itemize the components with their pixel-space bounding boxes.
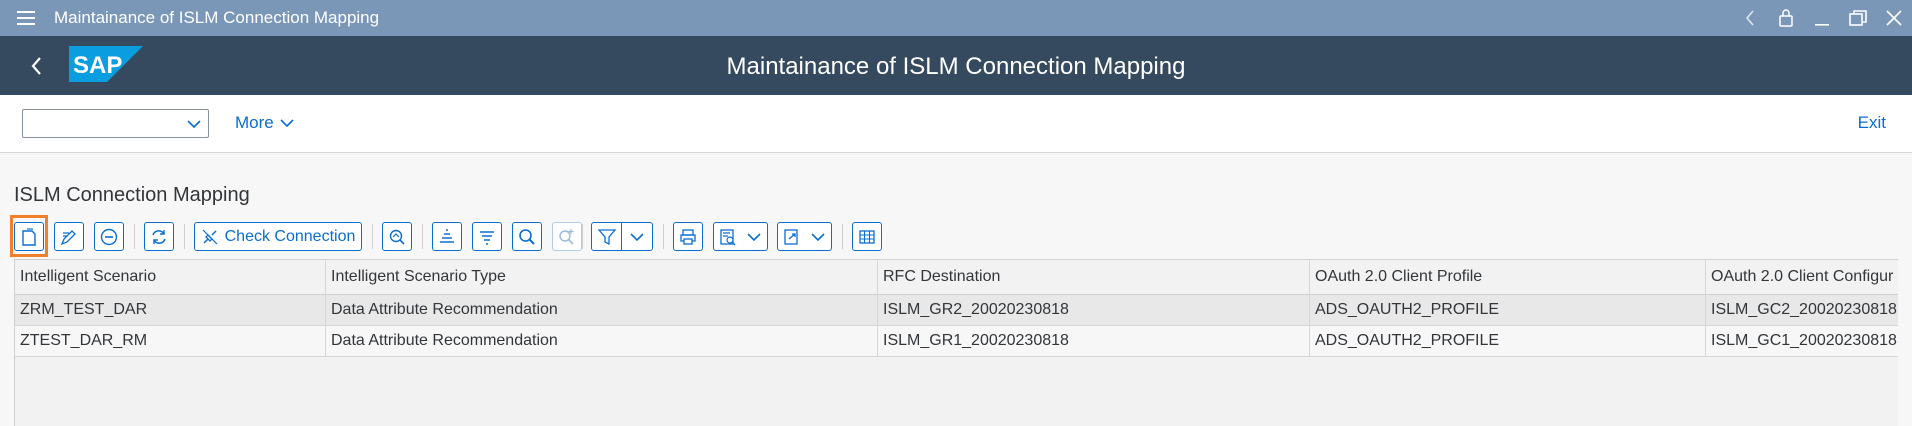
column-header[interactable]: OAuth 2.0 Client Configur xyxy=(1706,260,1898,294)
application-toolbar: More Exit xyxy=(0,95,1912,153)
toolbar-separator xyxy=(582,224,583,249)
print-icon xyxy=(680,228,696,245)
print-button[interactable] xyxy=(673,222,703,251)
chevron-down-icon xyxy=(747,232,761,241)
sort-descending-button[interactable] xyxy=(472,222,502,251)
edit-entry-button[interactable] xyxy=(54,222,84,251)
details-button[interactable] xyxy=(382,222,412,251)
minus-circle-icon xyxy=(100,228,118,245)
find-button[interactable] xyxy=(512,222,542,251)
table-cell[interactable]: ADS_OAUTH2_PROFILE xyxy=(1310,326,1706,356)
toolbar-separator xyxy=(184,224,185,249)
column-header[interactable]: Intelligent Scenario xyxy=(15,260,326,294)
close-icon[interactable] xyxy=(1876,0,1912,36)
edit-icon xyxy=(60,229,76,245)
table-cell[interactable]: ADS_OAUTH2_PROFILE xyxy=(1310,295,1706,325)
hamburger-menu-icon[interactable] xyxy=(0,0,52,36)
table-cell[interactable]: ISLM_GC2_20020230818 xyxy=(1706,295,1898,325)
lock-icon[interactable] xyxy=(1768,0,1804,36)
restore-icon[interactable] xyxy=(1840,0,1876,36)
refresh-button[interactable] xyxy=(144,222,174,251)
check-connection-button[interactable]: Check Connection xyxy=(194,222,362,251)
table-header-row: Intelligent Scenario Intelligent Scenari… xyxy=(15,259,1898,295)
table-cell[interactable]: ZTEST_DAR_RM xyxy=(15,326,326,356)
search-next-icon xyxy=(559,228,574,245)
connection-icon xyxy=(202,229,218,244)
shell-header: SAP Maintainance of ISLM Connection Mapp… xyxy=(0,36,1912,95)
window-title-bar: Maintainance of ISLM Connection Mapping xyxy=(0,0,1912,36)
table-cell[interactable]: Data Attribute Recommendation xyxy=(326,326,878,356)
table-cell[interactable]: ISLM_GC1_20020230818 xyxy=(1706,326,1898,356)
sort-descending-icon xyxy=(480,230,494,245)
toolbar-separator xyxy=(134,224,135,249)
export-button[interactable] xyxy=(777,222,832,251)
print-preview-icon xyxy=(720,228,736,245)
find-next-button[interactable] xyxy=(552,222,582,251)
check-connection-label: Check Connection xyxy=(224,227,356,245)
column-header[interactable]: Intelligent Scenario Type xyxy=(326,260,878,294)
chevron-down-icon[interactable] xyxy=(186,116,202,132)
search-icon xyxy=(519,228,535,245)
more-label: More xyxy=(235,113,274,132)
toolbar-separator xyxy=(663,224,664,249)
column-header[interactable]: RFC Destination xyxy=(878,260,1310,294)
sort-ascending-button[interactable] xyxy=(432,222,462,251)
toolbar-separator xyxy=(372,224,373,249)
section-title: ISLM Connection Mapping xyxy=(14,184,250,206)
layout-button[interactable] xyxy=(852,222,882,251)
command-field[interactable] xyxy=(22,109,209,138)
toolbar-separator xyxy=(842,224,843,249)
filter-button[interactable] xyxy=(591,222,653,251)
window-title: Maintainance of ISLM Connection Mapping xyxy=(54,8,380,27)
table-row[interactable]: ZRM_TEST_DAR Data Attribute Recommendati… xyxy=(15,295,1898,326)
chevron-down-icon xyxy=(280,119,294,128)
table-cell[interactable]: Data Attribute Recommendation xyxy=(326,295,878,325)
delete-entry-button[interactable] xyxy=(94,222,124,251)
export-icon xyxy=(784,228,798,245)
toolbar-separator xyxy=(422,224,423,249)
new-document-icon xyxy=(22,227,36,246)
sort-ascending-icon xyxy=(440,228,454,243)
create-entry-button[interactable] xyxy=(14,222,44,251)
table-cell[interactable]: ISLM_GR1_20020230818 xyxy=(878,326,1310,356)
exit-button[interactable]: Exit xyxy=(1858,113,1886,133)
chevron-left-icon[interactable] xyxy=(1732,0,1768,36)
table-row[interactable]: ZTEST_DAR_RM Data Attribute Recommendati… xyxy=(15,326,1898,357)
more-button[interactable]: More xyxy=(235,113,294,133)
table-cell[interactable]: ISLM_GR2_20020230818 xyxy=(878,295,1310,325)
filter-icon xyxy=(597,228,616,245)
minimize-icon[interactable] xyxy=(1804,0,1840,36)
zoom-in-icon xyxy=(389,229,405,245)
table-cell[interactable]: ZRM_TEST_DAR xyxy=(15,295,326,325)
chevron-down-icon xyxy=(630,232,644,241)
refresh-icon xyxy=(152,229,166,244)
page-title: Maintainance of ISLM Connection Mapping xyxy=(726,53,1186,80)
column-header[interactable]: OAuth 2.0 Client Profile xyxy=(1310,260,1706,294)
view-button[interactable] xyxy=(713,222,768,251)
chevron-down-icon xyxy=(811,232,825,241)
table-grid-icon xyxy=(859,229,875,244)
connection-mapping-table: Intelligent Scenario Intelligent Scenari… xyxy=(14,259,1898,426)
